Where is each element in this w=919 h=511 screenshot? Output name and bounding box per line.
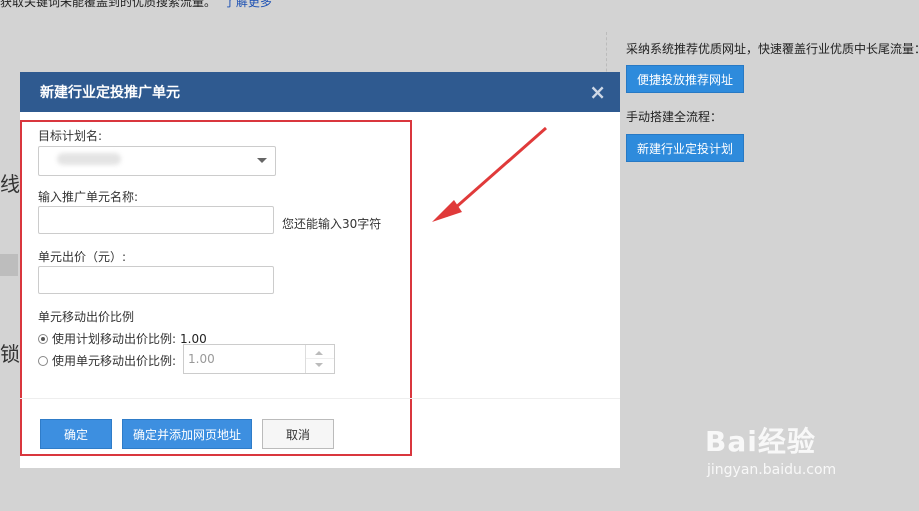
- radio-plan-ratio-button[interactable]: [38, 333, 48, 344]
- unit-bid-label: 单元出价（元）:: [38, 250, 127, 264]
- baidu-watermark: Bai经验 jingyan.baidu.com: [705, 420, 836, 478]
- radio-unit-ratio[interactable]: 使用单元移动出价比例:: [38, 352, 176, 369]
- learn-more-link[interactable]: 了解更多: [224, 0, 272, 9]
- new-industry-plan-button[interactable]: 新建行业定投计划: [626, 134, 744, 162]
- dialog-footer-divider: [20, 398, 620, 399]
- confirm-button[interactable]: 确定: [40, 419, 112, 449]
- dialog-title: 新建行业定投推广单元: [40, 85, 180, 101]
- radio-unit-ratio-button[interactable]: [38, 355, 48, 366]
- manual-build-label: 手动搭建全流程：: [626, 110, 723, 124]
- partial-text-1: 线: [0, 172, 20, 196]
- unit-ratio-stepper[interactable]: 1.00: [183, 344, 335, 374]
- blurred-plan-name: [57, 153, 121, 165]
- confirm-add-url-button[interactable]: 确定并添加网页地址: [122, 419, 252, 449]
- quick-deploy-button[interactable]: 便捷投放推荐网址: [626, 65, 744, 93]
- chevron-down-icon: [257, 158, 267, 163]
- stepper-divider: [306, 358, 334, 359]
- unit-bid-input[interactable]: [38, 266, 274, 294]
- partial-bar: [0, 254, 18, 276]
- radio-plan-ratio-label: 使用计划移动出价比例:: [52, 332, 177, 346]
- step-up-icon[interactable]: [315, 351, 323, 355]
- cancel-button[interactable]: 取消: [262, 419, 334, 449]
- partial-text-2: 锁: [0, 342, 20, 366]
- watermark-url: jingyan.baidu.com: [707, 462, 837, 478]
- top-description: 获取关键词未能覆盖到的优质搜索流量。 了解更多: [0, 0, 272, 10]
- close-icon[interactable]: ×: [589, 80, 606, 104]
- top-description-text: 获取关键词未能覆盖到的优质搜索流量。: [0, 0, 217, 9]
- unit-name-label: 输入推广单元名称:: [38, 190, 139, 204]
- mobile-ratio-label: 单元移动出价比例: [38, 310, 135, 324]
- radio-plan-ratio[interactable]: 使用计划移动出价比例: 1.00: [38, 330, 207, 347]
- step-down-icon[interactable]: [315, 363, 323, 367]
- char-remaining-hint: 您还能输入30字符: [282, 217, 382, 231]
- radio-unit-ratio-label: 使用单元移动出价比例:: [52, 354, 177, 368]
- annotation-arrow-icon: [432, 126, 547, 222]
- dialog-header: 新建行业定投推广单元 ×: [20, 72, 620, 112]
- unit-ratio-value[interactable]: 1.00: [188, 352, 215, 366]
- plan-name-label: 目标计划名:: [38, 129, 103, 143]
- recommend-label: 采纳系统推荐优质网址，快速覆盖行业优质中长尾流量：: [626, 42, 919, 56]
- unit-name-input[interactable]: [38, 206, 274, 234]
- watermark-brand: Bai经验: [705, 425, 816, 458]
- stepper-buttons[interactable]: [305, 345, 334, 373]
- plan-select[interactable]: [38, 146, 276, 176]
